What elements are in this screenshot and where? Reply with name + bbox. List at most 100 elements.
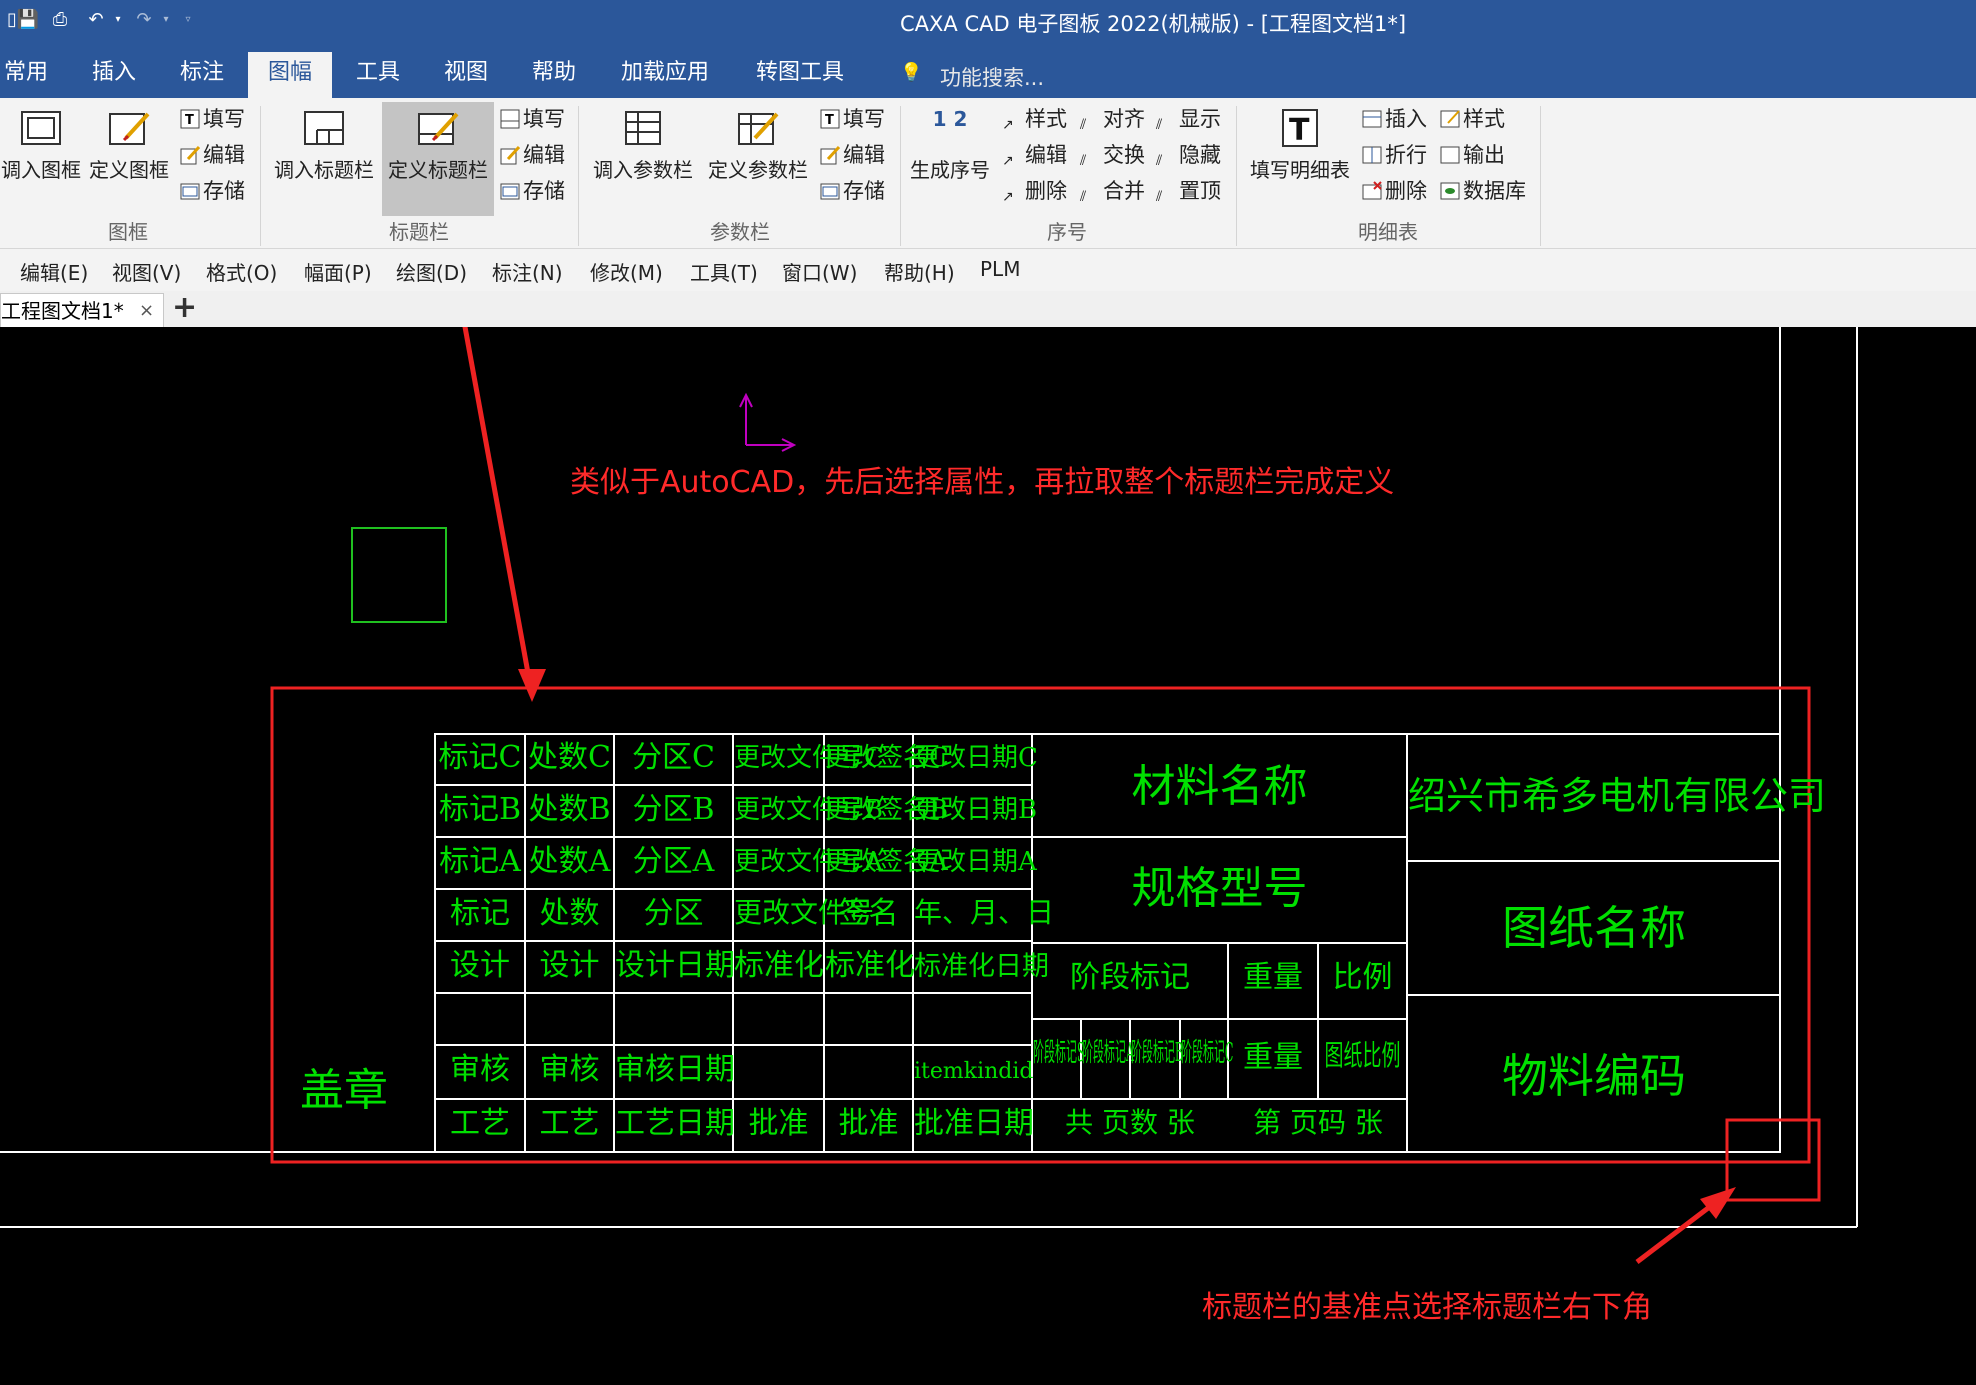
fold-row-icon [1362, 146, 1382, 164]
edit-icon [180, 145, 200, 165]
feature-search-input[interactable]: 功能搜索... [940, 62, 1044, 92]
undo-icon[interactable]: ↶ [84, 8, 108, 32]
define-param-label: 定义参数栏 [708, 158, 808, 182]
bom-style-button[interactable]: 样式 [1440, 104, 1505, 134]
param-fill-button[interactable]: T 填写 [820, 104, 885, 134]
menu-annotate[interactable]: 标注(N) [492, 257, 563, 286]
generate-sequence-button[interactable]: 1 2 生成序号 [904, 108, 996, 183]
bom-insert-button[interactable]: 插入 [1362, 104, 1427, 134]
titlebar-fill-label: 填写 [523, 107, 565, 131]
merge-icon: ⫽ [1080, 189, 1087, 205]
frame-save-button[interactable]: 存储 [180, 176, 245, 206]
menu-help[interactable]: 帮助(H) [884, 257, 955, 286]
seq-merge-button[interactable]: ⫽ 合并 [1080, 176, 1145, 206]
annotation-bottom-text: 标题栏的基准点选择标题栏右下角 [1202, 1290, 1652, 1325]
frame-edit-label: 编辑 [203, 143, 245, 167]
document-tab-bar: 工程图文档1* × + [0, 291, 1976, 328]
undo-dropdown-icon[interactable]: ▾ [106, 8, 130, 32]
frame-fill-button[interactable]: T 填写 [180, 104, 245, 134]
define-param-button[interactable]: 定义参数栏 [702, 108, 814, 183]
tab-convert-tools[interactable]: 转图工具 [748, 58, 852, 98]
frame-save-label: 存储 [203, 179, 245, 203]
group-separator [900, 106, 901, 246]
sign-cell: itemkindid [914, 1059, 1034, 1084]
menu-sheet[interactable]: 幅面(P) [304, 257, 372, 286]
define-titlebar-label: 定义标题栏 [388, 158, 488, 182]
seq-delete-button[interactable]: ↗ 删除 [1002, 176, 1067, 206]
menu-window[interactable]: 窗口(W) [782, 257, 857, 286]
bom-delete-button[interactable]: 删除 [1362, 176, 1427, 206]
frame-edit-button[interactable]: 编辑 [180, 140, 245, 170]
tab-annotate[interactable]: 标注 [172, 58, 232, 98]
bom-output-label: 输出 [1463, 143, 1505, 167]
menu-tools[interactable]: 工具(T) [690, 257, 758, 286]
document-tab[interactable]: 工程图文档1* × [0, 293, 164, 328]
print-icon[interactable]: ⎙ [48, 8, 72, 32]
titlebar-fill-button[interactable]: 填写 [500, 104, 565, 134]
database-icon [1440, 182, 1460, 200]
seq-edit-button[interactable]: ↗ 编辑 [1002, 140, 1067, 170]
param-edit-label: 编辑 [843, 143, 885, 167]
close-tab-icon[interactable]: × [139, 294, 154, 328]
show-icon: ⫽ [1156, 117, 1163, 133]
seq-top-button[interactable]: ⫽ 置顶 [1156, 176, 1221, 206]
param-save-button[interactable]: 存储 [820, 176, 885, 206]
sign-cell: 批准 [838, 1106, 899, 1141]
bom-output-button[interactable]: 输出 [1440, 140, 1505, 170]
seq-swap-button[interactable]: ⫽ 交换 [1080, 140, 1145, 170]
company-name-field: 绍兴市希多电机有限公司 [1408, 774, 1827, 818]
menu-plm[interactable]: PLM [980, 257, 1020, 281]
define-titlebar-button[interactable]: 定义标题栏 [382, 102, 494, 216]
spec-field: 规格型号 [1131, 863, 1308, 914]
param-fill-label: 填写 [843, 107, 885, 131]
seq-edit-label: 编辑 [1025, 143, 1067, 167]
load-param-label: 调入参数栏 [593, 158, 693, 182]
menu-edit[interactable]: 编辑(E) [20, 257, 88, 286]
rev-cell: 年、月、日 [914, 896, 1055, 929]
rev-cell: 处数 [539, 896, 600, 931]
seq-group-label: 序号 [1047, 220, 1087, 244]
menu-draw[interactable]: 绘图(D) [396, 257, 467, 286]
tab-load-app[interactable]: 加载应用 [612, 58, 718, 98]
define-frame-button[interactable]: 定义图框 [86, 108, 172, 183]
tab-insert[interactable]: 插入 [84, 58, 144, 98]
save-table-icon [500, 183, 520, 200]
tab-help[interactable]: 帮助 [524, 58, 584, 98]
rev-cell: 标记A [439, 844, 521, 879]
bom-database-button[interactable]: 数据库 [1440, 176, 1526, 206]
bom-fold-button[interactable]: 折行 [1362, 140, 1427, 170]
seq-show-button[interactable]: ⫽ 显示 [1156, 104, 1221, 134]
menu-format[interactable]: 格式(O) [206, 257, 277, 286]
seq-align-button[interactable]: ⫽ 对齐 [1080, 104, 1145, 134]
save-icon[interactable]: 💾 [16, 8, 40, 32]
menu-view[interactable]: 视图(V) [112, 257, 181, 286]
seq-hide-button[interactable]: ⫽ 隐藏 [1156, 140, 1221, 170]
drawing-name-field: 图纸名称 [1502, 901, 1686, 955]
frame-group-label: 图框 [108, 220, 148, 244]
load-titlebar-button[interactable]: 调入标题栏 [268, 108, 380, 183]
sign-cell: 标准化 [825, 948, 915, 983]
tab-common[interactable]: 常用 [0, 58, 52, 98]
redo-dropdown-icon[interactable]: ▾ [154, 8, 178, 32]
menu-modify[interactable]: 修改(M) [590, 257, 663, 286]
titlebar-save-button[interactable]: 存储 [500, 176, 565, 206]
tab-view[interactable]: 视图 [436, 58, 496, 98]
weight-label: 重量 [1243, 960, 1303, 995]
tab-sheet[interactable]: 图幅 [248, 52, 332, 98]
customize-qat-icon[interactable]: ▿ [176, 8, 200, 32]
fill-bom-button[interactable]: T 填写明细表 [1242, 108, 1358, 183]
load-param-button[interactable]: 调入参数栏 [586, 108, 700, 183]
sign-cell: 设计 [539, 948, 600, 983]
param-edit-button[interactable]: 编辑 [820, 140, 885, 170]
load-frame-button[interactable]: 调入图框 [0, 108, 82, 183]
drawing-canvas[interactable]: 类似于AutoCAD，先后选择属性，再拉取整个标题栏完成定义 标题栏的基准点选择… [0, 327, 1976, 1385]
seq-style-button[interactable]: ↗ 样式 [1002, 104, 1067, 134]
redo-icon[interactable]: ↷ [132, 8, 156, 32]
hide-icon: ⫽ [1156, 153, 1163, 169]
material-code-field: 物料编码 [1502, 1049, 1686, 1103]
tab-tools[interactable]: 工具 [348, 58, 408, 98]
bom-delete-label: 删除 [1385, 179, 1427, 203]
sign-cell: 设计 [450, 948, 510, 983]
add-tab-icon[interactable]: + [172, 291, 197, 325]
titlebar-edit-button[interactable]: 编辑 [500, 140, 565, 170]
